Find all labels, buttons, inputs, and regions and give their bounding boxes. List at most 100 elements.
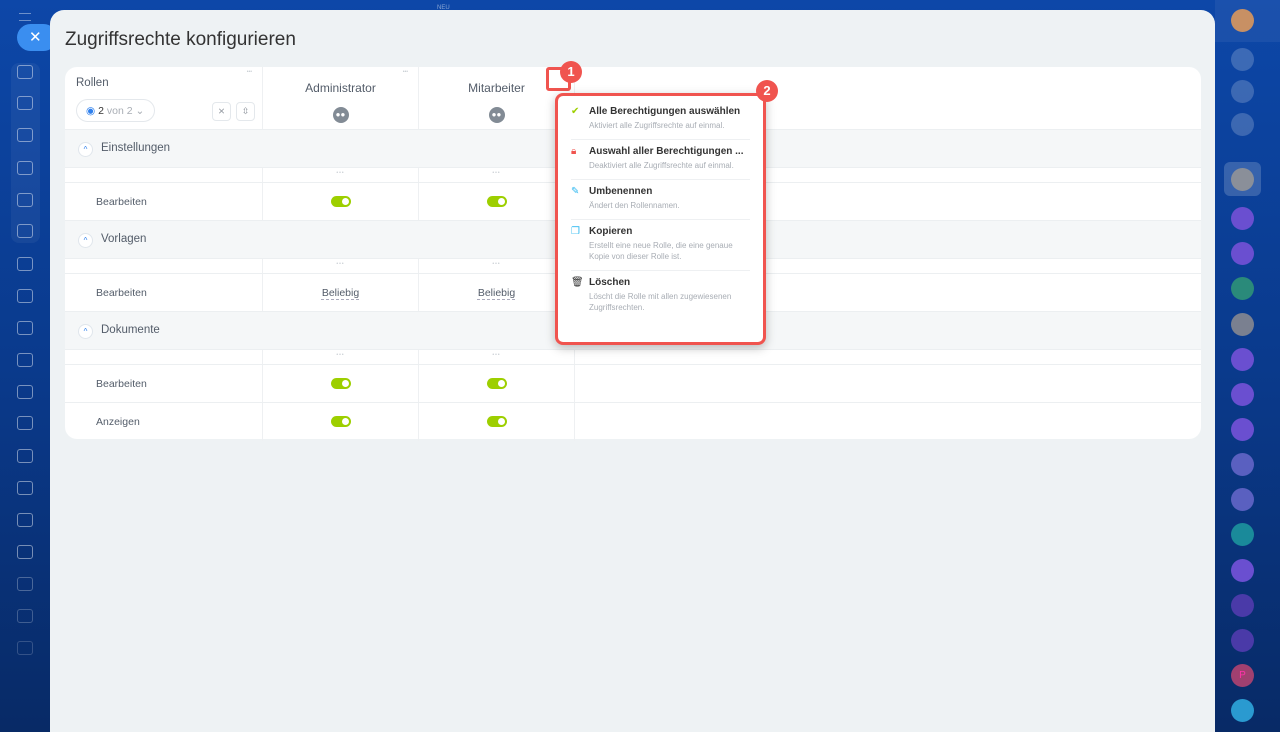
sidebar-group [11, 63, 40, 243]
scope-select[interactable]: Beliebig [419, 287, 574, 299]
permission-label: Bearbeiten [96, 196, 147, 208]
chat-avatar[interactable] [1231, 559, 1254, 582]
roles-label: Rollen [76, 77, 109, 89]
board-icon[interactable] [17, 321, 33, 335]
more-icon[interactable] [419, 168, 575, 182]
menu-item-copy[interactable]: ❐ Kopieren Erstellt eine neue Rolle, die e… [571, 220, 750, 271]
feed-icon[interactable] [17, 96, 33, 110]
expand-all-button[interactable]: ⇳ [236, 102, 255, 121]
page-title: Zugriffsrechte konfigurieren [65, 29, 296, 50]
chat-avatar[interactable] [1231, 629, 1254, 652]
menu-icon[interactable] [19, 13, 31, 21]
box-icon[interactable] [17, 609, 33, 623]
more-icon[interactable] [263, 350, 419, 364]
messages-icon[interactable] [1231, 699, 1254, 722]
chart-icon[interactable] [17, 513, 33, 527]
mail-icon[interactable] [17, 257, 33, 271]
step-badge: 1 [560, 61, 582, 83]
visible-roles-selector[interactable]: ◉ 2 von 2 ⌄ [76, 99, 155, 122]
filter-icon[interactable] [17, 353, 33, 367]
menu-item-title: Umbenennen [589, 186, 653, 197]
chat-avatar[interactable] [1231, 348, 1254, 371]
section-title: Vorlagen [101, 233, 147, 245]
more-icon[interactable] [263, 168, 419, 182]
more-icon[interactable]: ••• [247, 69, 252, 75]
table-row: Bearbeiten [65, 365, 1201, 403]
sign-icon[interactable] [17, 416, 33, 430]
toggle-switch[interactable] [330, 416, 351, 427]
contacts-icon[interactable] [17, 161, 33, 175]
bell-icon[interactable] [1231, 48, 1254, 71]
more-icon[interactable]: ••• [403, 69, 408, 75]
row-actions [65, 350, 1201, 365]
chat-avatar[interactable] [1231, 207, 1254, 230]
menu-item-description: Ändert den Rollennamen. [589, 201, 680, 210]
chat-search-icon[interactable] [1231, 113, 1254, 136]
calendar-icon[interactable] [17, 289, 33, 303]
table-row: Anzeigen [65, 403, 1201, 441]
lock-icon: 🔒︎ [571, 146, 577, 157]
contact-avatar[interactable] [1231, 453, 1254, 476]
target-icon[interactable] [17, 577, 33, 591]
menu-item-title: Alle Berechtigungen auswählen [589, 106, 741, 117]
card-icon[interactable] [17, 481, 33, 495]
contact-avatar[interactable] [1231, 488, 1254, 511]
menu-item-title: Auswahl aller Berechtigungen ... [589, 146, 744, 157]
role-column-administrator: ••• Administrator ●● [263, 67, 419, 129]
role-context-menu: ✔ Alle Berechtigungen auswählen Aktiviert … [555, 93, 766, 345]
copy-icon: ❐ [571, 226, 580, 237]
role-name[interactable]: Administrator [263, 81, 418, 95]
letter-avatar[interactable]: P [1231, 664, 1254, 687]
menu-item-description: Löscht die Rolle mit allen zugewiesenen … [589, 292, 732, 312]
toggle-switch[interactable] [330, 196, 351, 207]
chat-avatar[interactable] [1231, 383, 1254, 406]
more-icon[interactable] [419, 259, 575, 273]
visible-of: von 2 [106, 105, 133, 117]
menu-item-description: Aktiviert alle Zugriffsrechte auf einmal… [589, 121, 725, 130]
menu-item-select-all[interactable]: ✔ Alle Berechtigungen auswählen Aktiviert … [571, 100, 750, 140]
right-sidebar: P [1215, 0, 1280, 732]
step-badge: 2 [756, 80, 778, 102]
toggle-switch[interactable] [486, 416, 507, 427]
chevron-down-icon: ⌄ [135, 105, 145, 117]
chevron-up-icon[interactable]: ^ [78, 324, 93, 339]
chevron-up-icon[interactable]: ^ [78, 142, 93, 157]
user-avatar[interactable] [1231, 9, 1254, 32]
menu-item-description: Erstellt eine neue Rolle, die eine genau… [589, 241, 733, 261]
inbox-icon[interactable] [17, 193, 33, 207]
toggle-switch[interactable] [486, 378, 507, 389]
store-icon[interactable] [17, 449, 33, 463]
visible-count: 2 [98, 105, 104, 117]
roles-header: Rollen ••• ◉ 2 von 2 ⌄ ⨯ ⇳ [65, 67, 263, 129]
home-icon[interactable] [17, 65, 33, 79]
collapse-all-button[interactable]: ⨯ [212, 102, 231, 121]
grid-icon[interactable] [17, 641, 33, 655]
contact-avatar[interactable] [1231, 313, 1254, 336]
menu-item-rename[interactable]: ✎ Umbenennen Ändert den Rollennamen. [571, 180, 750, 220]
task-icon[interactable] [1231, 523, 1254, 546]
phone-icon[interactable] [1231, 277, 1254, 300]
more-icon[interactable] [263, 259, 419, 273]
check-icon: ✔ [571, 106, 580, 117]
copilot-icon[interactable] [1231, 80, 1254, 103]
cart-icon[interactable] [17, 545, 33, 559]
chat-avatar[interactable] [1231, 242, 1254, 265]
users-icon: ●● [332, 107, 349, 123]
menu-item-deselect-all[interactable]: 🔒︎ Auswahl aller Berechtigungen ... Deakti… [571, 140, 750, 180]
more-icon[interactable] [419, 350, 575, 364]
chat-avatar[interactable] [1231, 418, 1254, 441]
permission-label: Anzeigen [96, 416, 140, 428]
scope-select[interactable]: Beliebig [263, 287, 418, 299]
chat-avatar[interactable] [1231, 594, 1254, 617]
chevron-up-icon[interactable]: ^ [78, 233, 93, 248]
toggle-switch[interactable] [486, 196, 507, 207]
news-icon[interactable] [17, 128, 33, 142]
menu-item-delete[interactable]: 🗑︎ Löschen Löscht die Rolle mit allen zuge… [571, 271, 750, 321]
menu-item-title: Löschen [589, 277, 631, 288]
contact-avatar[interactable] [1231, 168, 1254, 191]
tasks-icon[interactable] [17, 224, 33, 238]
chat-icon[interactable] [17, 385, 33, 399]
pencil-icon: ✎ [571, 186, 580, 197]
menu-item-description: Deaktiviert alle Zugriffsrechte auf einm… [589, 161, 734, 170]
toggle-switch[interactable] [330, 378, 351, 389]
